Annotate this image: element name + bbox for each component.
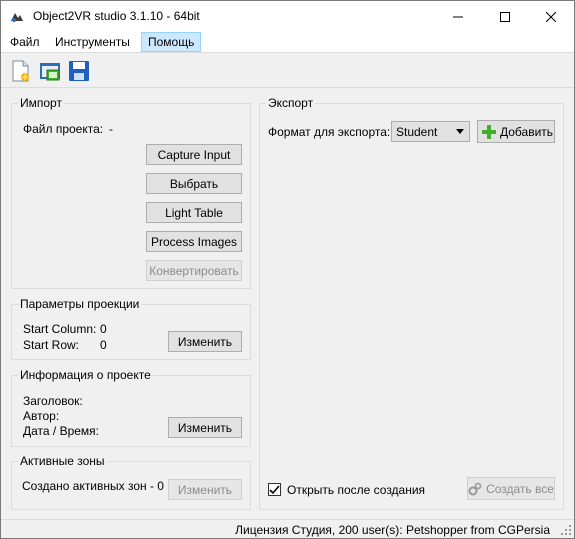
create-all-label: Создать все [486,481,554,496]
save-icon[interactable] [67,59,91,83]
export-format-value: Student [396,124,438,139]
open-after-label: Открыть после создания [287,483,426,497]
gears-icon [468,482,482,495]
project-info-group: Информация о проекте Заголовок: Автор: Д… [11,368,251,447]
status-bar: Лицензия Студия, 200 user(s): Petshopper… [1,519,574,538]
maximize-icon [500,11,510,22]
export-group-title: Экспорт [266,96,316,110]
toolbar [1,52,574,88]
menu-tools[interactable]: Инструменты [49,32,136,52]
menu-file[interactable]: Файл [4,32,46,52]
start-row-value: 0 [100,338,107,352]
minimize-icon [453,16,463,17]
add-icon [482,124,496,139]
add-button-label: Добавить [500,124,554,139]
export-format-label: Формат для экспорта: [268,125,391,139]
window-title: Object2VR studio 3.1.10 - 64bit [33,9,200,23]
checkmark-icon [269,485,280,495]
open-project-icon[interactable] [38,59,62,83]
open-after-checkbox[interactable] [268,483,281,496]
resize-grip-icon[interactable] [560,524,572,536]
new-project-icon[interactable] [8,59,32,83]
import-group: Импорт Файл проекта: - Capture Input Выб… [11,96,251,289]
projection-group-title: Параметры проекции [18,297,142,311]
author-label: Автор: [23,409,60,423]
app-window: Object2VR studio 3.1.10 - 64bit Файл Инс… [0,0,575,539]
projection-group: Параметры проекции Start Column: 0 Start… [11,297,251,360]
start-column-label: Start Column: [23,322,97,336]
project-file-value: - [109,122,113,136]
project-file-label: Файл проекта: [23,122,104,136]
project-info-change-button[interactable]: Изменить [168,417,242,438]
convert-button[interactable]: Конвертировать [146,260,242,281]
menu-help[interactable]: Помощь [141,32,202,52]
light-table-button[interactable]: Light Table [146,202,242,223]
capture-input-button[interactable]: Capture Input [146,144,242,165]
start-column-value: 0 [100,322,107,336]
import-group-title: Импорт [18,96,64,110]
heading-label: Заголовок: [23,394,83,408]
app-logo-icon [9,9,25,25]
projection-change-button[interactable]: Изменить [168,331,242,352]
select-button[interactable]: Выбрать [146,173,242,194]
project-info-group-title: Информация о проекте [18,368,153,382]
hotspots-group-title: Активные зоны [18,454,107,468]
close-button[interactable] [528,1,574,32]
hotspots-group: Активные зоны Создано активных зон - 0 И… [11,454,251,510]
process-images-button[interactable]: Process Images [146,231,242,252]
hotspots-change-button[interactable]: Изменить [168,479,242,500]
add-export-button[interactable]: Добавить [477,120,555,143]
create-all-button[interactable]: Создать все [467,477,555,500]
license-status-text: Лицензия Студия, 200 user(s): Petshopper… [235,523,550,537]
export-group: Экспорт Формат для экспорта: Student Доб… [259,96,564,510]
minimize-button[interactable] [435,1,481,32]
title-bar: Object2VR studio 3.1.10 - 64bit [1,1,574,32]
maximize-button[interactable] [482,1,528,32]
start-row-label: Start Row: [23,338,80,352]
hotspots-created-label: Создано активных зон - 0 [22,479,164,493]
export-format-select[interactable]: Student [391,121,470,142]
menu-bar: Файл Инструменты Помощь [1,32,574,52]
close-icon [546,11,556,22]
datetime-label: Дата / Время: [23,424,100,438]
chevron-down-icon [456,129,464,134]
